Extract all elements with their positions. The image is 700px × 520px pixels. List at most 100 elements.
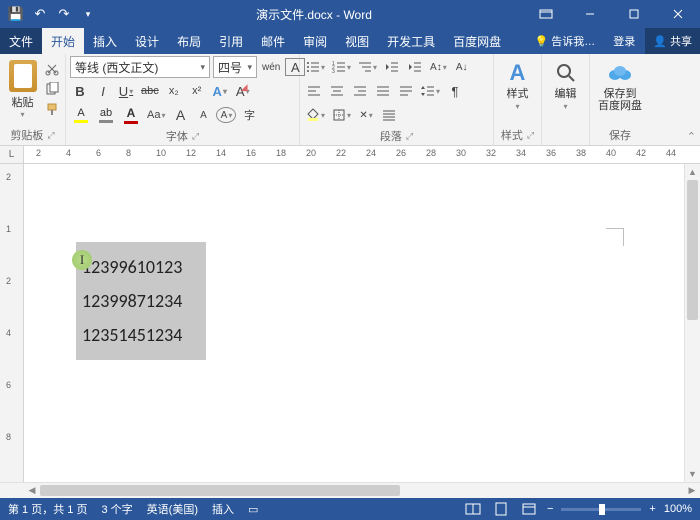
horizontal-scrollbar[interactable]: ◀ ▶ bbox=[0, 482, 700, 498]
tab-selector[interactable]: L bbox=[0, 146, 24, 163]
phonetic-guide-button[interactable]: wén bbox=[260, 57, 282, 77]
change-case-button[interactable]: Aa bbox=[145, 105, 167, 125]
tab-review[interactable]: 审阅 bbox=[294, 28, 336, 54]
scroll-track[interactable] bbox=[685, 180, 700, 466]
tab-mailings[interactable]: 邮件 bbox=[252, 28, 294, 54]
web-layout-button[interactable] bbox=[519, 501, 539, 517]
styles-button[interactable]: A 样式 ▾ bbox=[498, 56, 537, 111]
char-border2-button[interactable]: 字 bbox=[239, 105, 259, 125]
undo-icon[interactable]: ↶ bbox=[32, 6, 48, 22]
superscript-button[interactable]: x² bbox=[187, 81, 207, 101]
text-direction-button[interactable]: A↕ bbox=[428, 57, 449, 77]
tab-developer[interactable]: 开发工具 bbox=[378, 28, 444, 54]
scroll-left-button[interactable]: ◀ bbox=[24, 483, 40, 498]
clipboard-dialog-launcher[interactable]: ⤢ bbox=[47, 130, 54, 141]
align-center-button[interactable] bbox=[327, 81, 347, 101]
maximize-button[interactable] bbox=[612, 0, 656, 28]
font-name-combo[interactable]: 等线 (西文正文)▾ bbox=[70, 56, 210, 78]
insert-mode[interactable]: 插入 bbox=[212, 501, 234, 517]
scroll-thumb[interactable] bbox=[687, 180, 698, 320]
format-painter-button[interactable] bbox=[43, 100, 61, 118]
strikethrough-button[interactable]: abc bbox=[139, 81, 161, 101]
save-icon[interactable]: 💾 bbox=[8, 6, 24, 22]
text-line[interactable]: 12351451234 bbox=[82, 318, 200, 352]
subscript-button[interactable]: x₂ bbox=[164, 81, 184, 101]
scroll-right-button[interactable]: ▶ bbox=[684, 483, 700, 498]
tab-design[interactable]: 设计 bbox=[126, 28, 168, 54]
minimize-button[interactable] bbox=[568, 0, 612, 28]
tell-me[interactable]: 💡告诉我… bbox=[527, 33, 604, 49]
circled-char-button[interactable]: A bbox=[216, 107, 236, 123]
redo-icon[interactable]: ↷ bbox=[56, 6, 72, 22]
numbering-button[interactable]: 123 bbox=[330, 57, 353, 77]
sort-button[interactable]: A↓ bbox=[452, 57, 472, 77]
char-shading-button[interactable]: ab bbox=[95, 105, 117, 125]
multilevel-list-button[interactable] bbox=[356, 57, 379, 77]
zoom-level[interactable]: 100% bbox=[664, 503, 692, 515]
tab-baidu[interactable]: 百度网盘 bbox=[444, 28, 510, 54]
grow-font-button[interactable]: A bbox=[170, 105, 190, 125]
tab-home[interactable]: 开始 bbox=[42, 28, 84, 54]
language-indicator[interactable]: 英语(美国) bbox=[147, 501, 198, 517]
tab-insert[interactable]: 插入 bbox=[84, 28, 126, 54]
editing-button[interactable]: 编辑 ▾ bbox=[546, 56, 585, 111]
print-layout-button[interactable] bbox=[491, 501, 511, 517]
document-area[interactable]: 12399610123 12399871234 12351451234 I bbox=[24, 164, 684, 482]
text-selection[interactable]: 12399610123 12399871234 12351451234 bbox=[76, 242, 206, 360]
text-line[interactable]: 12399871234 bbox=[82, 284, 200, 318]
copy-button[interactable] bbox=[43, 80, 61, 98]
underline-button[interactable]: U bbox=[116, 81, 136, 101]
highlight-button[interactable]: A bbox=[70, 105, 92, 125]
justify-button[interactable] bbox=[373, 81, 393, 101]
decrease-indent-button[interactable] bbox=[382, 57, 402, 77]
save-baidu-button[interactable]: 保存到百度网盘 bbox=[594, 56, 646, 112]
sign-in[interactable]: 登录 bbox=[605, 33, 643, 49]
zoom-in-button[interactable]: + bbox=[649, 503, 655, 515]
shrink-font-button[interactable]: A bbox=[193, 105, 213, 125]
scroll-thumb[interactable] bbox=[40, 485, 400, 496]
customize-qat-icon[interactable]: ▾ bbox=[80, 6, 96, 22]
ribbon-display-button[interactable] bbox=[524, 0, 568, 28]
distribute-button[interactable] bbox=[396, 81, 416, 101]
text-effects-button[interactable]: A bbox=[210, 81, 230, 101]
borders-button[interactable] bbox=[330, 105, 353, 125]
bullets-button[interactable] bbox=[304, 57, 327, 77]
zoom-handle[interactable] bbox=[599, 504, 605, 515]
font-size-combo[interactable]: 四号▾ bbox=[213, 56, 257, 78]
paste-button[interactable]: 粘贴 ▾ bbox=[4, 56, 41, 119]
vertical-scrollbar[interactable]: ▲ ▼ bbox=[684, 164, 700, 482]
vertical-ruler[interactable]: 212468 bbox=[0, 164, 24, 482]
page-indicator[interactable]: 第 1 页，共 1 页 bbox=[8, 501, 87, 517]
line-spacing-button[interactable] bbox=[419, 81, 442, 101]
zoom-out-button[interactable]: − bbox=[547, 503, 553, 515]
font-dialog-launcher[interactable]: ⤢ bbox=[192, 131, 199, 142]
horizontal-ruler[interactable]: L 24681012141618202224262830323436384042… bbox=[0, 146, 700, 164]
asian-layout-button[interactable]: ✕ bbox=[356, 105, 376, 125]
collapse-ribbon-button[interactable]: ⌃ bbox=[687, 130, 696, 143]
tab-file[interactable]: 文件 bbox=[0, 28, 42, 54]
scroll-track[interactable] bbox=[40, 483, 684, 498]
text-line[interactable]: 12399610123 bbox=[82, 250, 200, 284]
italic-button[interactable]: I bbox=[93, 81, 113, 101]
read-mode-button[interactable] bbox=[463, 501, 483, 517]
align-right-button[interactable] bbox=[350, 81, 370, 101]
share-button[interactable]: 👤共享 bbox=[645, 28, 700, 54]
font-color-button[interactable]: A bbox=[120, 105, 142, 125]
tab-view[interactable]: 视图 bbox=[336, 28, 378, 54]
scroll-up-button[interactable]: ▲ bbox=[685, 164, 700, 180]
show-marks-button[interactable]: ¶ bbox=[445, 81, 465, 101]
macro-indicator[interactable]: ▭ bbox=[248, 503, 258, 516]
align-left-button[interactable] bbox=[304, 81, 324, 101]
increase-indent-button[interactable] bbox=[405, 57, 425, 77]
paragraph-dialog-launcher[interactable]: ⤢ bbox=[406, 131, 413, 142]
tab-references[interactable]: 引用 bbox=[210, 28, 252, 54]
styles-dialog-launcher[interactable]: ⤢ bbox=[527, 130, 534, 141]
tab-layout[interactable]: 布局 bbox=[168, 28, 210, 54]
shading-button[interactable] bbox=[304, 105, 327, 125]
clear-formatting-button[interactable]: A◢ bbox=[233, 81, 253, 101]
bold-button[interactable]: B bbox=[70, 81, 90, 101]
scroll-down-button[interactable]: ▼ bbox=[685, 466, 700, 482]
word-count[interactable]: 3 个字 bbox=[101, 501, 132, 517]
close-button[interactable] bbox=[656, 0, 700, 28]
zoom-slider[interactable] bbox=[561, 508, 641, 511]
